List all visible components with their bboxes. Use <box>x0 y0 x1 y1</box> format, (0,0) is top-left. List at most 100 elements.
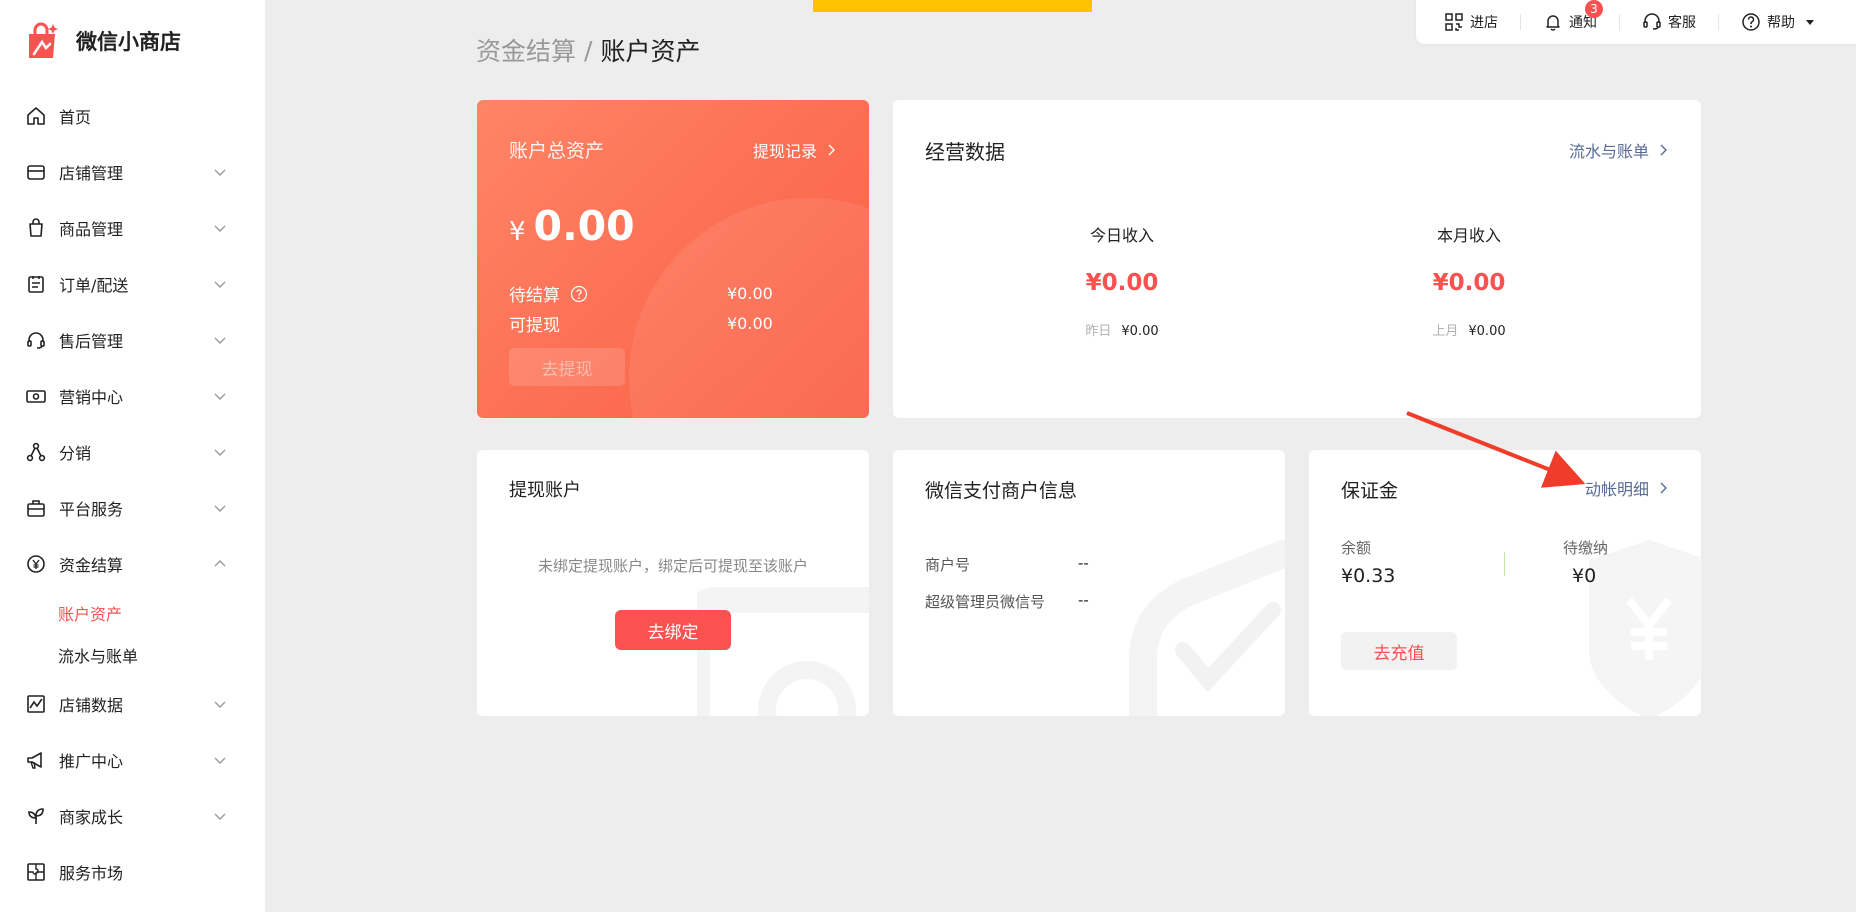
month-income-value: ¥0.00 <box>1432 270 1506 296</box>
withdraw-account-title: 提现账户 <box>509 480 581 501</box>
sidebar-item-platform-services[interactable]: 平台服务 <box>0 480 265 536</box>
chevron-down-icon <box>214 813 226 820</box>
sidebar-item-home[interactable]: 首页 <box>0 88 265 144</box>
chevron-right-icon <box>1660 144 1667 156</box>
sidebar: 微信小商店 首页 店铺管理 商品管理 订单/配送 售后管理 营销中心 分销 平台… <box>0 0 265 912</box>
yesterday-income: 昨日 ¥0.00 <box>1022 320 1222 339</box>
headset-icon <box>27 332 45 349</box>
chevron-down-icon <box>214 757 226 764</box>
chevron-down-icon <box>214 393 226 400</box>
merchant-id-row: 商户号 -- <box>925 554 1089 575</box>
help-button[interactable]: 帮助 <box>1741 12 1815 32</box>
chevron-down-icon <box>214 281 226 288</box>
chevron-down-icon <box>214 169 226 176</box>
line-chart-icon <box>27 695 45 713</box>
total-assets-amount: ¥ 0.00 <box>509 202 635 250</box>
sidebar-item-label: 推广中心 <box>59 752 124 771</box>
deposit-card: 保证金 动帐明细 余额 ¥0.33 待缴纳 ¥0 去充值 <box>1309 450 1701 716</box>
sidebar-item-label: 商家成长 <box>59 808 124 827</box>
withdraw-button[interactable]: 去提现 <box>509 348 625 386</box>
question-circle-icon[interactable] <box>570 285 588 303</box>
statements-link[interactable]: 流水与账单 <box>1569 138 1669 162</box>
withdrawable-label: 可提现 <box>509 316 560 336</box>
chevron-up-icon <box>214 560 226 567</box>
notification-button[interactable]: 通知 3 <box>1543 0 1603 32</box>
statements-link-label: 流水与账单 <box>1568 142 1649 161</box>
bind-account-button[interactable]: 去绑定 <box>615 610 731 650</box>
enter-store-button[interactable]: 进店 <box>1444 12 1498 32</box>
deposit-balance-label: 余额 <box>1341 539 1372 557</box>
breadcrumb-separator: / <box>584 35 593 65</box>
total-assets-value: 0.00 <box>533 202 635 250</box>
top-banner-strip[interactable] <box>813 0 1092 12</box>
sidebar-nav: 首页 店铺管理 商品管理 订单/配送 售后管理 营销中心 分销 平台服务 资金结… <box>0 88 265 900</box>
sidebar-item-promotion[interactable]: 推广中心 <box>0 732 265 788</box>
enter-store-label: 进店 <box>1470 15 1498 31</box>
month-income-block: 本月收入 ¥0.00 上月 ¥0.00 <box>1369 222 1569 339</box>
last-month-value: ¥0.00 <box>1468 324 1506 339</box>
admin-wechat-value: -- <box>1078 591 1089 609</box>
wechat-pay-merchant-card: 微信支付商户信息 商户号 -- 超级管理员微信号 -- <box>893 450 1285 716</box>
wechat-pay-title: 微信支付商户信息 <box>925 480 1078 502</box>
pending-settlement-label: 待结算 <box>509 286 560 306</box>
briefcase-icon <box>27 500 45 517</box>
sidebar-item-store[interactable]: 店铺管理 <box>0 144 265 200</box>
question-circle-icon <box>1742 13 1760 31</box>
sidebar-item-marketing[interactable]: 营销中心 <box>0 368 265 424</box>
sidebar-item-after-sales[interactable]: 售后管理 <box>0 312 265 368</box>
deposit-details-link[interactable]: 动帐明细 <box>1585 476 1669 500</box>
sidebar-item-store-data[interactable]: 店铺数据 <box>0 676 265 732</box>
business-data-card: 经营数据 流水与账单 今日收入 ¥0.00 昨日 ¥0.00 本月收入 ¥0.00… <box>893 100 1701 418</box>
customer-service-button[interactable]: 客服 <box>1642 12 1696 32</box>
home-icon <box>27 107 45 125</box>
sidebar-item-orders[interactable]: 订单/配送 <box>0 256 265 312</box>
puzzle-icon <box>27 863 45 881</box>
account-assets-card: 账户总资产 提现记录 ¥ 0.00 待结算 ¥0.00 可提现 ¥0.00 去提… <box>477 100 869 418</box>
sidebar-item-distribution[interactable]: 分销 <box>0 424 265 480</box>
breadcrumb-parent[interactable]: 资金结算 <box>476 32 576 68</box>
asset-title: 账户总资产 <box>509 140 605 162</box>
today-income-label: 今日收入 <box>1089 226 1154 245</box>
withdraw-account-card: 提现账户 未绑定提现账户，绑定后可提现至该账户 去绑定 <box>477 450 869 716</box>
brand[interactable]: 微信小商店 <box>20 20 181 62</box>
headset-icon <box>1643 13 1661 30</box>
store-icon <box>27 165 45 180</box>
megaphone-icon <box>27 752 42 769</box>
breadcrumb: 资金结算 / 账户资产 <box>476 32 700 68</box>
today-income-block: 今日收入 ¥0.00 昨日 ¥0.00 <box>1022 222 1222 339</box>
business-data-title: 经营数据 <box>925 140 1005 164</box>
sidebar-item-label: 店铺数据 <box>59 696 124 715</box>
deposit-balance-value: ¥0.33 <box>1341 565 1396 587</box>
chevron-down-icon <box>214 225 226 232</box>
pending-settlement-row: 待结算 ¥0.00 <box>509 281 773 306</box>
withdraw-records-link[interactable]: 提现记录 <box>753 138 837 162</box>
sidebar-item-fund-settlement[interactable]: 资金结算 <box>0 536 265 592</box>
sprout-icon <box>28 808 44 824</box>
sidebar-item-label: 资金结算 <box>59 556 124 575</box>
sidebar-item-merchant-growth[interactable]: 商家成长 <box>0 788 265 844</box>
recharge-button[interactable]: 去充值 <box>1341 632 1457 670</box>
help-label: 帮助 <box>1767 15 1795 31</box>
chevron-right-icon <box>1660 482 1667 494</box>
chevron-down-icon <box>214 337 226 344</box>
app-name: 微信小商店 <box>76 30 181 54</box>
admin-wechat-row: 超级管理员微信号 -- <box>925 591 1089 612</box>
deposit-divider <box>1504 552 1505 576</box>
yesterday-value: ¥0.00 <box>1121 324 1159 339</box>
chevron-right-icon <box>828 144 835 156</box>
shopping-bag-icon <box>29 218 43 237</box>
sidebar-item-products[interactable]: 商品管理 <box>0 200 265 256</box>
sidebar-subitem-account-assets[interactable]: 账户资产 <box>0 592 265 634</box>
sidebar-subitem-statements[interactable]: 流水与账单 <box>0 634 265 676</box>
qrcode-icon <box>1445 13 1463 31</box>
yesterday-label: 昨日 <box>1085 324 1112 339</box>
chevron-down-icon <box>214 449 226 456</box>
card-watermark-icon <box>1129 540 1285 716</box>
customer-service-label: 客服 <box>1668 15 1696 31</box>
sidebar-item-service-market[interactable]: 服务市场 <box>0 844 265 900</box>
toolbar-divider <box>1619 14 1620 30</box>
top-toolbar: 进店 通知 3 客服 帮助 <box>1416 0 1856 44</box>
sidebar-item-label: 订单/配送 <box>59 276 129 295</box>
withdraw-records-label: 提现记录 <box>752 142 817 161</box>
sidebar-item-label: 店铺管理 <box>59 164 124 183</box>
